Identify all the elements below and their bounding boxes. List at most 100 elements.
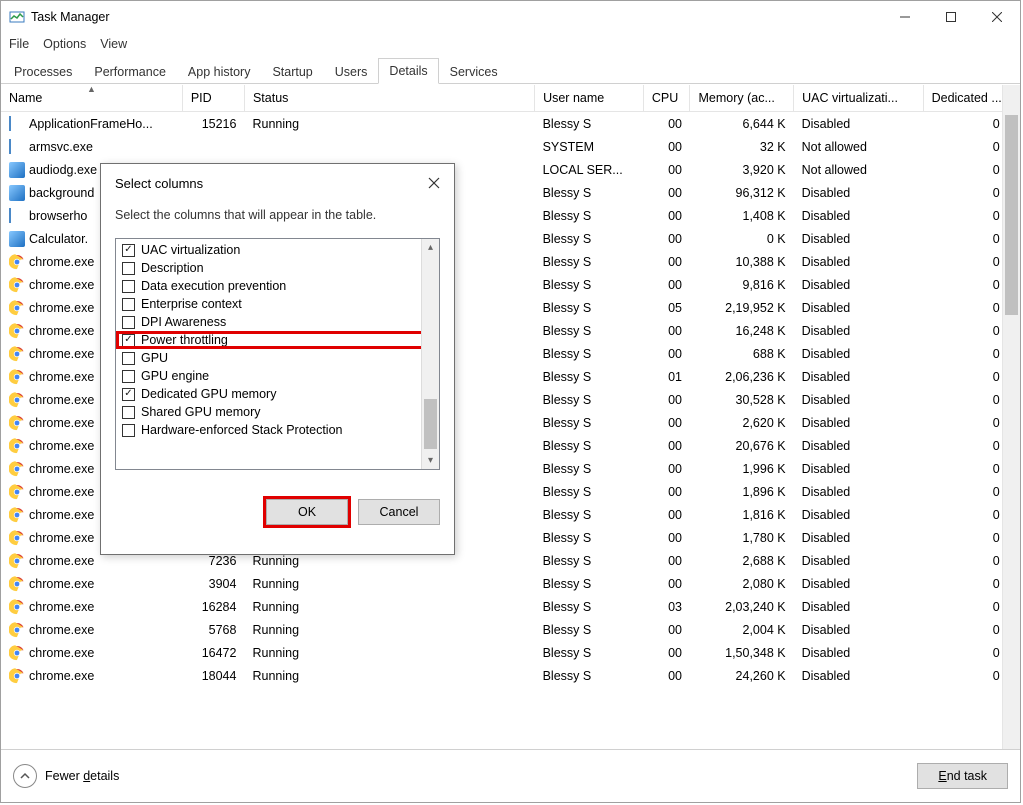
scrollbar-thumb[interactable] (1005, 115, 1018, 315)
process-uac: Disabled (794, 480, 924, 503)
scroll-up-icon[interactable]: ▴ (422, 239, 439, 256)
scroll-down-icon[interactable]: ▾ (422, 452, 439, 469)
checkbox[interactable] (122, 406, 135, 419)
tab-performance[interactable]: Performance (83, 59, 177, 84)
checkbox[interactable]: ✓ (122, 388, 135, 401)
column-header-name[interactable]: Name▲ (1, 85, 182, 112)
fewer-details-label[interactable]: Fewer details (45, 769, 119, 783)
column-option[interactable]: Shared GPU memory (116, 403, 439, 421)
tab-users[interactable]: Users (324, 59, 379, 84)
table-row[interactable]: chrome.exe5768RunningBlessy S002,004 KDi… (1, 618, 1020, 641)
process-user: Blessy S (535, 434, 644, 457)
process-cpu: 00 (643, 411, 690, 434)
column-option[interactable]: ✓Power throttling (116, 331, 439, 349)
column-option[interactable]: Enterprise context (116, 295, 439, 313)
table-row[interactable]: armsvc.exeSYSTEM0032 KNot allowed0 K (1, 135, 1020, 158)
column-option[interactable]: GPU (116, 349, 439, 367)
menubar: File Options View (1, 33, 1020, 55)
process-icon (9, 346, 25, 362)
maximize-icon (946, 12, 956, 22)
menu-file[interactable]: File (9, 37, 29, 51)
tab-app-history[interactable]: App history (177, 59, 262, 84)
dialog-close-button[interactable] (424, 173, 444, 193)
process-cpu: 03 (643, 595, 690, 618)
window-controls (882, 1, 1020, 33)
process-uac: Not allowed (794, 158, 924, 181)
process-icon (9, 576, 25, 592)
menu-view[interactable]: View (100, 37, 127, 51)
column-header-uac[interactable]: UAC virtualizati... (794, 85, 924, 112)
dialog-titlebar: Select columns (101, 164, 454, 202)
process-status (244, 135, 534, 158)
menu-options[interactable]: Options (43, 37, 86, 51)
process-uac: Disabled (794, 342, 924, 365)
table-row[interactable]: chrome.exe18044RunningBlessy S0024,260 K… (1, 664, 1020, 687)
column-option[interactable]: Description (116, 259, 439, 277)
process-user: Blessy S (535, 457, 644, 480)
checkbox[interactable] (122, 298, 135, 311)
column-header-pid[interactable]: PID (182, 85, 244, 112)
checkbox[interactable] (122, 316, 135, 329)
column-option[interactable]: GPU engine (116, 367, 439, 385)
table-row[interactable]: chrome.exe3904RunningBlessy S002,080 KDi… (1, 572, 1020, 595)
process-uac: Disabled (794, 319, 924, 342)
column-option[interactable]: ✓Dedicated GPU memory (116, 385, 439, 403)
process-user: Blessy S (535, 181, 644, 204)
process-name: chrome.exe (29, 393, 94, 407)
process-status: Running (244, 618, 534, 641)
process-user: LOCAL SER... (535, 158, 644, 181)
dialog-ok-button[interactable]: OK (266, 499, 348, 525)
checkbox[interactable] (122, 280, 135, 293)
process-icon (9, 162, 25, 178)
process-name: chrome.exe (29, 462, 94, 476)
fewer-details-toggle[interactable] (13, 764, 37, 788)
table-row[interactable]: chrome.exe16472RunningBlessy S001,50,348… (1, 641, 1020, 664)
tab-processes[interactable]: Processes (3, 59, 83, 84)
table-row[interactable]: ApplicationFrameHo...15216RunningBlessy … (1, 112, 1020, 136)
process-icon (9, 438, 25, 454)
checkbox[interactable] (122, 352, 135, 365)
column-option[interactable]: DPI Awareness (116, 313, 439, 331)
table-scrollbar[interactable] (1002, 85, 1020, 749)
column-header-user[interactable]: User name (535, 85, 644, 112)
process-name: chrome.exe (29, 623, 94, 637)
column-header-cpu[interactable]: CPU (643, 85, 690, 112)
process-status: Running (244, 572, 534, 595)
dialog-scrollbar[interactable]: ▴ ▾ (421, 239, 439, 469)
column-option[interactable]: ✓UAC virtualization (116, 241, 439, 259)
checkbox[interactable] (122, 262, 135, 275)
process-cpu: 00 (643, 434, 690, 457)
process-cpu: 00 (643, 158, 690, 181)
process-uac: Disabled (794, 181, 924, 204)
tab-services[interactable]: Services (439, 59, 509, 84)
process-name: chrome.exe (29, 577, 94, 591)
table-row[interactable]: chrome.exe16284RunningBlessy S032,03,240… (1, 595, 1020, 618)
process-user: Blessy S (535, 618, 644, 641)
column-option[interactable]: Data execution prevention (116, 277, 439, 295)
checkbox[interactable] (122, 370, 135, 383)
process-memory: 688 K (690, 342, 794, 365)
dialog-cancel-button[interactable]: Cancel (358, 499, 440, 525)
tab-startup[interactable]: Startup (261, 59, 323, 84)
process-icon (9, 231, 25, 247)
column-header-mem[interactable]: Memory (ac... (690, 85, 794, 112)
process-icon (9, 645, 25, 661)
column-option-label: Hardware-enforced Stack Protection (141, 423, 342, 437)
tab-details[interactable]: Details (378, 58, 438, 84)
column-header-status[interactable]: Status (244, 85, 534, 112)
process-pid: 16472 (182, 641, 244, 664)
maximize-button[interactable] (928, 1, 974, 33)
chevron-up-icon (20, 771, 30, 781)
process-user: Blessy S (535, 319, 644, 342)
close-button[interactable] (974, 1, 1020, 33)
process-user: SYSTEM (535, 135, 644, 158)
process-user: Blessy S (535, 411, 644, 434)
minimize-button[interactable] (882, 1, 928, 33)
checkbox[interactable] (122, 424, 135, 437)
scrollbar-thumb[interactable] (424, 399, 437, 449)
checkbox[interactable]: ✓ (122, 334, 135, 347)
column-option[interactable]: Hardware-enforced Stack Protection (116, 421, 439, 439)
checkbox[interactable]: ✓ (122, 244, 135, 257)
process-cpu: 01 (643, 365, 690, 388)
end-task-button[interactable]: End task (917, 763, 1008, 789)
